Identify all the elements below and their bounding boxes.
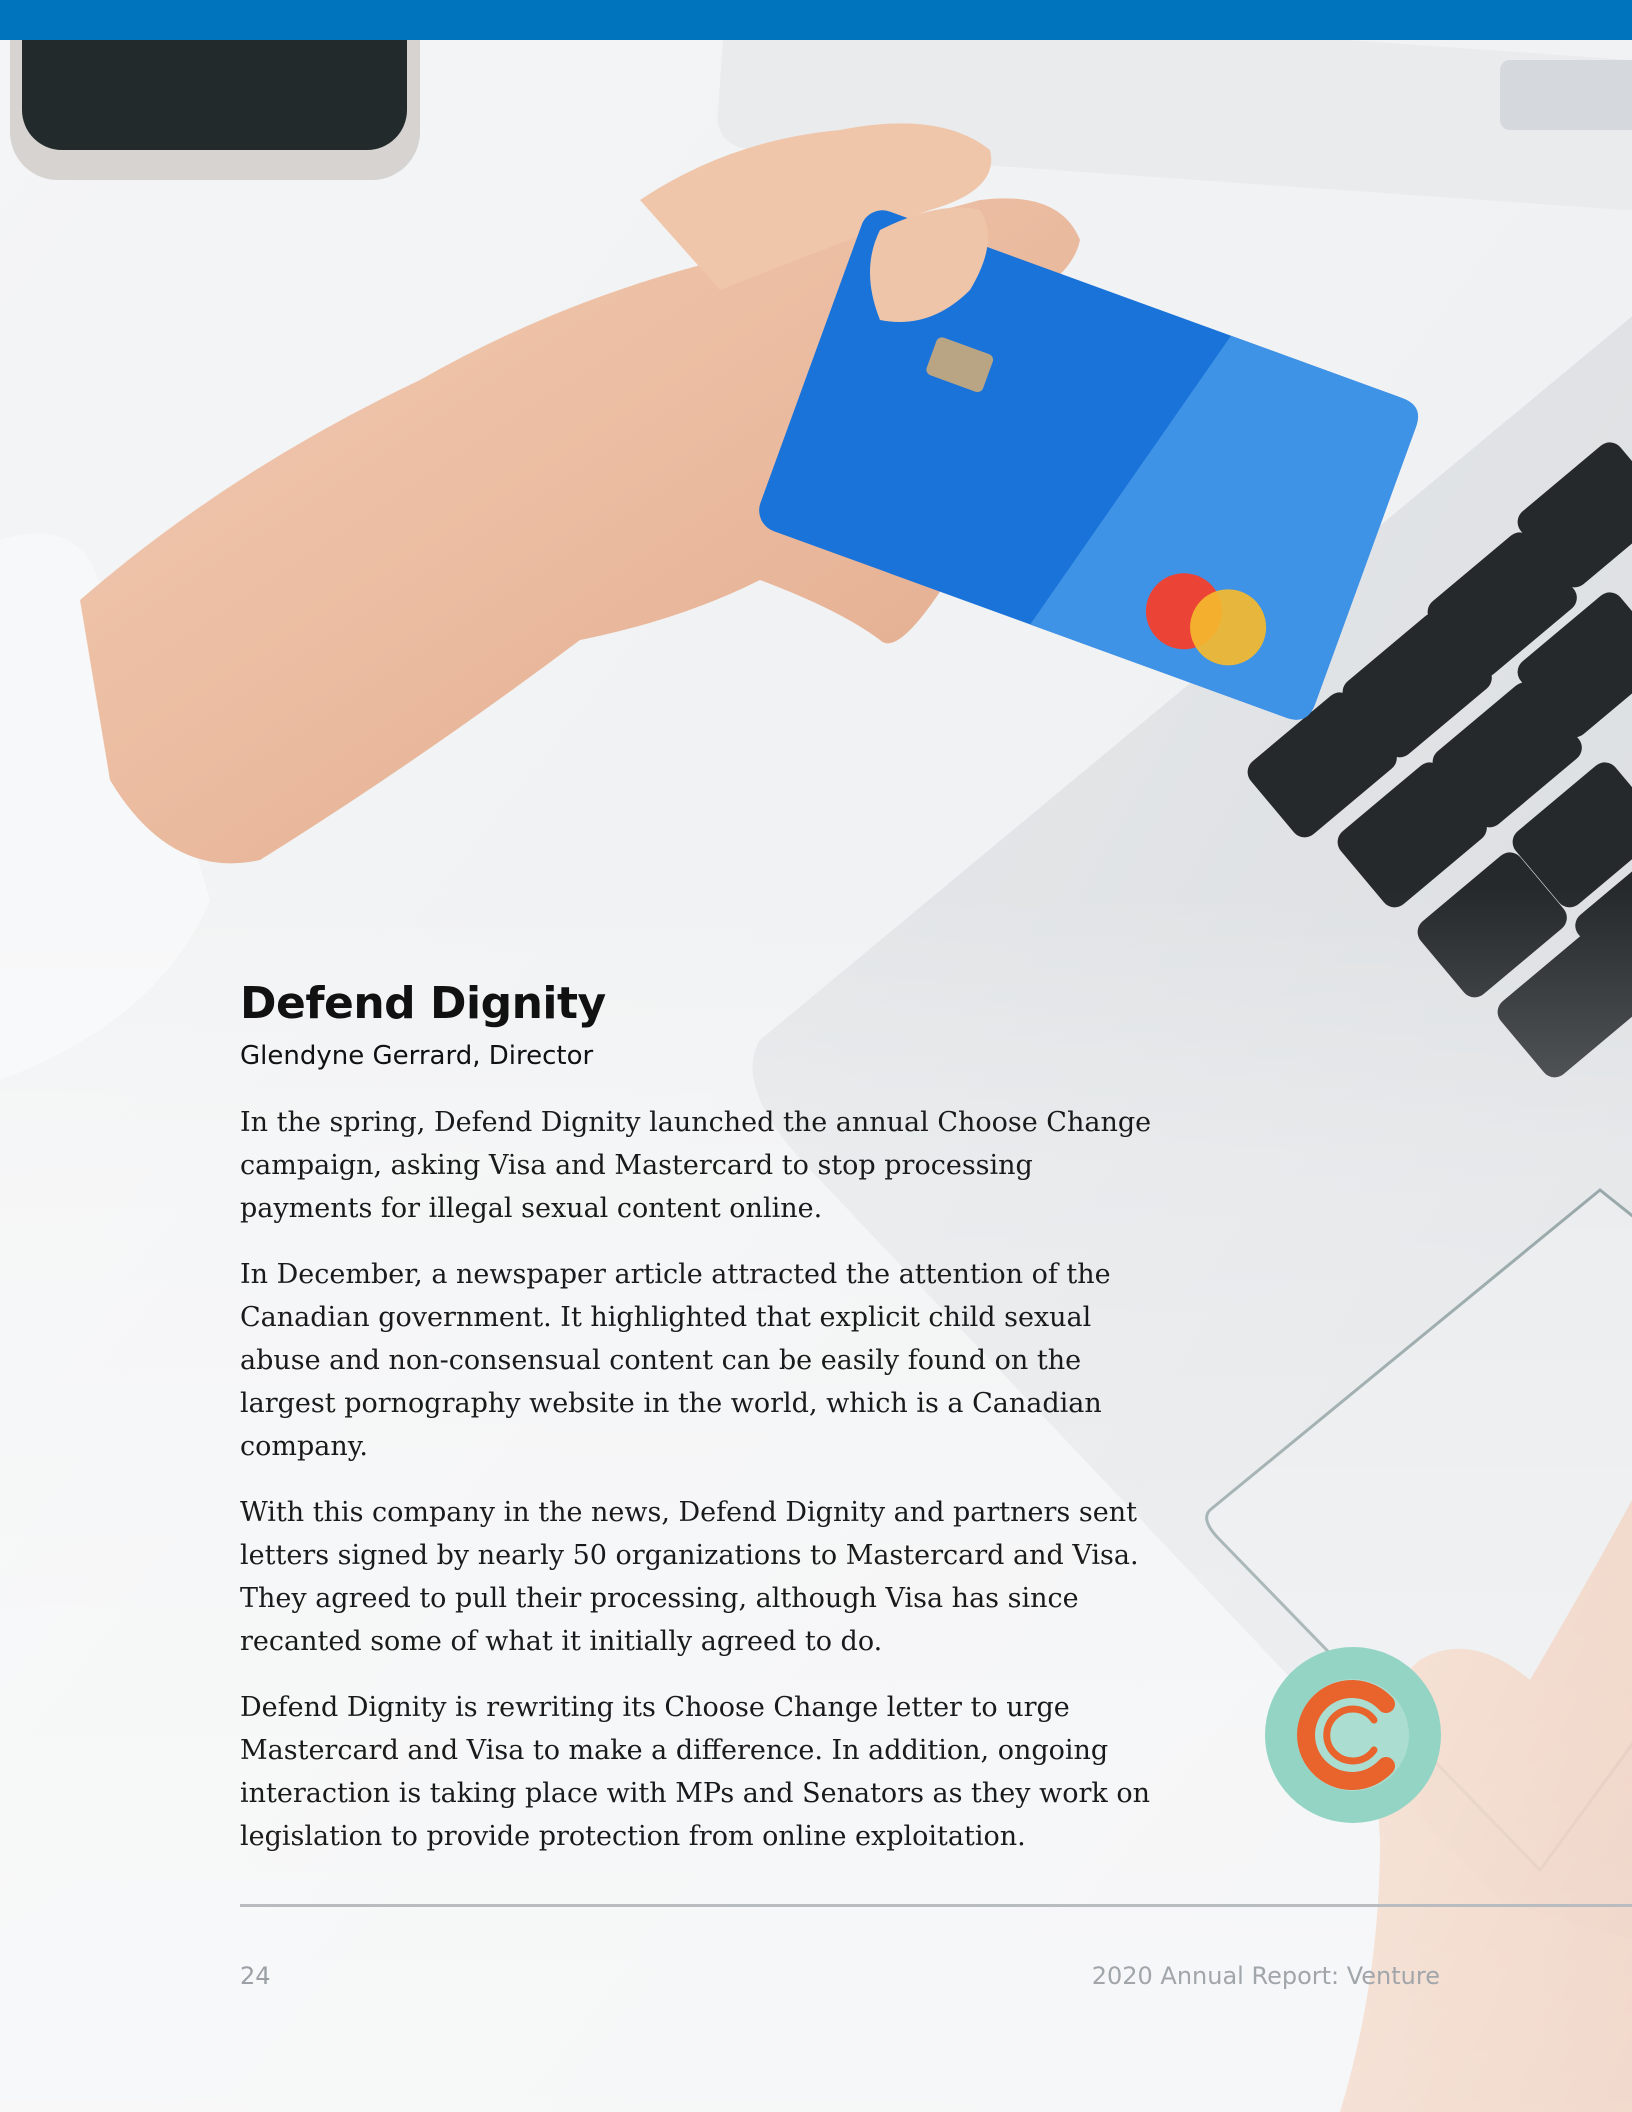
- page-number: 24: [240, 1962, 271, 1990]
- article-paragraph: In December, a newspaper article attract…: [240, 1259, 1111, 1462]
- report-page: Defend Dignity Glendyne Gerrard, Directo…: [0, 0, 1632, 2112]
- choose-change-c-logo-icon: [1265, 1647, 1441, 1823]
- article-paragraph: Defend Dignity is rewriting its Choose C…: [240, 1692, 1150, 1852]
- article-byline: Glendyne Gerrard, Director: [240, 1041, 594, 1071]
- article: Defend Dignity Glendyne Gerrard, Directo…: [240, 975, 1160, 1858]
- article-paragraph: In the spring, Defend Dignity launched t…: [240, 1107, 1152, 1224]
- report-title: 2020 Annual Report: Venture: [1091, 1962, 1440, 1990]
- article-paragraph: With this company in the news, Defend Di…: [240, 1497, 1139, 1657]
- article-title: Defend Dignity: [240, 978, 606, 1029]
- footer-divider: [240, 1904, 1632, 1907]
- top-accent-bar: [0, 0, 1632, 40]
